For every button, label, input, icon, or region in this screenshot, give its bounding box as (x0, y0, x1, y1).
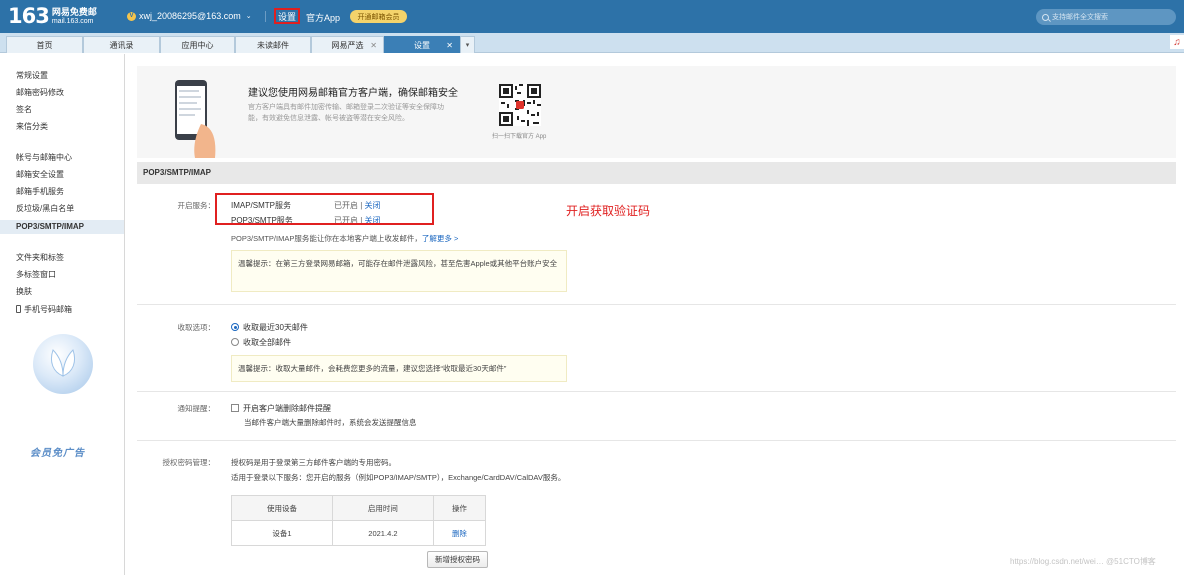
sidebar-item-phone-mail[interactable]: 手机号码邮箱 (16, 303, 72, 317)
watermark: https://blog.csdn.net/wei… @51CTO博客 (1010, 557, 1156, 566)
qr-caption: 扫一扫下载官方 App (492, 134, 547, 140)
logo-domain: mail.163.com (51, 17, 94, 25)
sidebar-item-mobile-service[interactable]: 邮箱手机服务 (16, 185, 64, 199)
phone-illustration (175, 80, 216, 158)
sidebar-item-password[interactable]: 邮箱密码修改 (16, 86, 64, 100)
official-app-link[interactable]: 官方App (306, 11, 340, 24)
settings-link[interactable]: 设置 (274, 8, 300, 24)
table-row: 设备1 2021.4.2 删除 (231, 520, 487, 546)
delete-link[interactable]: 删除 (432, 520, 487, 546)
tab-settings[interactable]: 设置 ✕ (384, 36, 460, 53)
receive-label: 收取选项： (177, 323, 216, 332)
top-header: 163 网易免费邮 mail.163.com V xwj_20086295@16… (0, 0, 1184, 33)
logo[interactable]: 163 网易免费邮 mail.163.com (8, 6, 97, 27)
notify-label: 通知提醒： (177, 404, 216, 413)
highlight-box (215, 193, 434, 225)
sidebar-item-general[interactable]: 常规设置 (16, 69, 48, 83)
divider (137, 304, 1176, 305)
sidebar: 常规设置 邮箱密码修改 签名 来信分类 帐号与邮箱中心 邮箱安全设置 邮箱手机服… (0, 54, 125, 575)
vip-upgrade-button[interactable]: 开通邮箱会员 (350, 10, 407, 23)
tab-contacts[interactable]: 通讯录 (83, 36, 160, 53)
close-icon[interactable]: ✕ (370, 41, 377, 50)
sidebar-item-folders[interactable]: 文件夹和标签 (16, 251, 64, 265)
vip-ad-emblem[interactable] (33, 334, 93, 394)
leaf-icon (50, 349, 76, 377)
logo-title: 网易免费邮 (51, 6, 97, 17)
sidebar-item-security[interactable]: 邮箱安全设置 (16, 168, 64, 182)
auth-label: 授权密码管理： (162, 458, 216, 467)
checkbox-icon (231, 404, 239, 412)
sidebar-item-pop3[interactable]: POP3/SMTP/IMAP (0, 220, 124, 234)
promo-description: 官方客户端具有邮件加密传输、邮箱登录二次验证等安全保障功能，有效避免信息泄露、帐… (248, 104, 444, 122)
divider (137, 391, 1176, 392)
col-action: 操作 (432, 495, 487, 521)
sidebar-item-antispam[interactable]: 反垃圾/黑白名单 (16, 202, 74, 216)
search-placeholder: 支持邮件全文搜索 (1052, 14, 1108, 21)
sidebar-item-filters[interactable]: 来信分类 (16, 120, 48, 134)
divider (265, 11, 266, 22)
col-device: 使用设备 (231, 495, 333, 521)
client-promo-banner: 建议您使用网易邮箱官方客户端，确保邮箱安全 官方客户端具有邮件加密传输、邮箱登录… (137, 66, 1176, 158)
receive-all-radio[interactable]: 收取全部邮件 (231, 337, 291, 348)
account-email: xwj_20086295@163.com (139, 11, 241, 21)
radio-checked-icon (231, 323, 239, 331)
services-info: POP3/SMTP/IMAP服务能让你在本地客户端上收发邮件，了解更多 > (231, 234, 459, 243)
vip-badge-icon: V (127, 11, 136, 21)
account-menu[interactable]: V xwj_20086295@163.com ⌄ (127, 11, 252, 21)
col-time: 启用时间 (331, 495, 434, 521)
services-tip: 温馨提示：在第三方登录网易邮箱，可能存在邮件泄露风险，甚至危害Apple或其他平… (231, 250, 567, 292)
chevron-down-icon: ⌄ (245, 13, 252, 20)
radio-unchecked-icon (231, 338, 239, 346)
auth-services-line: 适用于登录以下服务：您开启的服务（例如POP3/IMAP/SMTP），Excha… (231, 473, 566, 482)
search-icon (1042, 13, 1049, 21)
phone-icon (16, 305, 21, 313)
device-cell: 设备1 (231, 520, 333, 546)
annotation-text: 开启获取验证码 (566, 204, 651, 218)
receive-tip: 温馨提示：收取大量邮件，会耗费您更多的流量，建议您选择“收取最近30天邮件” (231, 355, 567, 382)
vip-ad-text[interactable]: 会员免广告 (30, 444, 85, 459)
auth-devices-table: 使用设备 启用时间 操作 设备1 2021.4.2 删除 (231, 495, 487, 546)
sidebar-item-signature[interactable]: 签名 (16, 103, 32, 117)
tab-home[interactable]: 首页 (6, 36, 83, 53)
time-cell: 2021.4.2 (331, 520, 434, 546)
tab-unread[interactable]: 未读邮件 (235, 36, 311, 53)
notify-hint: 当邮件客户端大量删除邮件时，系统会发送提醒信息 (244, 418, 417, 427)
section-title: POP3/SMTP/IMAP (137, 162, 1176, 184)
qr-code-icon (499, 84, 541, 126)
close-icon[interactable]: ✕ (446, 41, 453, 50)
services-label: 开启服务： (177, 201, 216, 210)
tab-bar: 首页 通讯录 应用中心 未读邮件 网易严选 ✕ 设置 ✕ ▾ (0, 33, 1184, 53)
receive-30-days-radio[interactable]: 收取最近30天邮件 (231, 322, 308, 333)
sidebar-item-account-center[interactable]: 帐号与邮箱中心 (16, 151, 72, 165)
learn-more-link[interactable]: 了解更多 > (422, 234, 458, 243)
search-input[interactable]: 支持邮件全文搜索 (1036, 9, 1176, 25)
music-note-icon[interactable]: ♫ (1170, 35, 1184, 49)
sidebar-item-multitab[interactable]: 多标签窗口 (16, 268, 56, 282)
tab-yanxuan[interactable]: 网易严选 ✕ (311, 36, 384, 53)
new-auth-code-button[interactable]: 新增授权密码 (427, 551, 488, 568)
logo-number: 163 (8, 4, 50, 28)
auth-description: 授权码是用于登录第三方邮件客户端的专用密码。 (231, 458, 396, 467)
tab-app-center[interactable]: 应用中心 (160, 36, 235, 53)
table-header-row: 使用设备 启用时间 操作 (231, 495, 487, 521)
sidebar-item-skin[interactable]: 换肤 (16, 285, 32, 299)
promo-title: 建议您使用网易邮箱官方客户端，确保邮箱安全 (248, 88, 458, 99)
divider (137, 440, 1176, 441)
tab-overflow-chevron-icon[interactable]: ▾ (460, 36, 475, 53)
delete-reminder-checkbox[interactable]: 开启客户端删除邮件提醒 (231, 403, 331, 414)
